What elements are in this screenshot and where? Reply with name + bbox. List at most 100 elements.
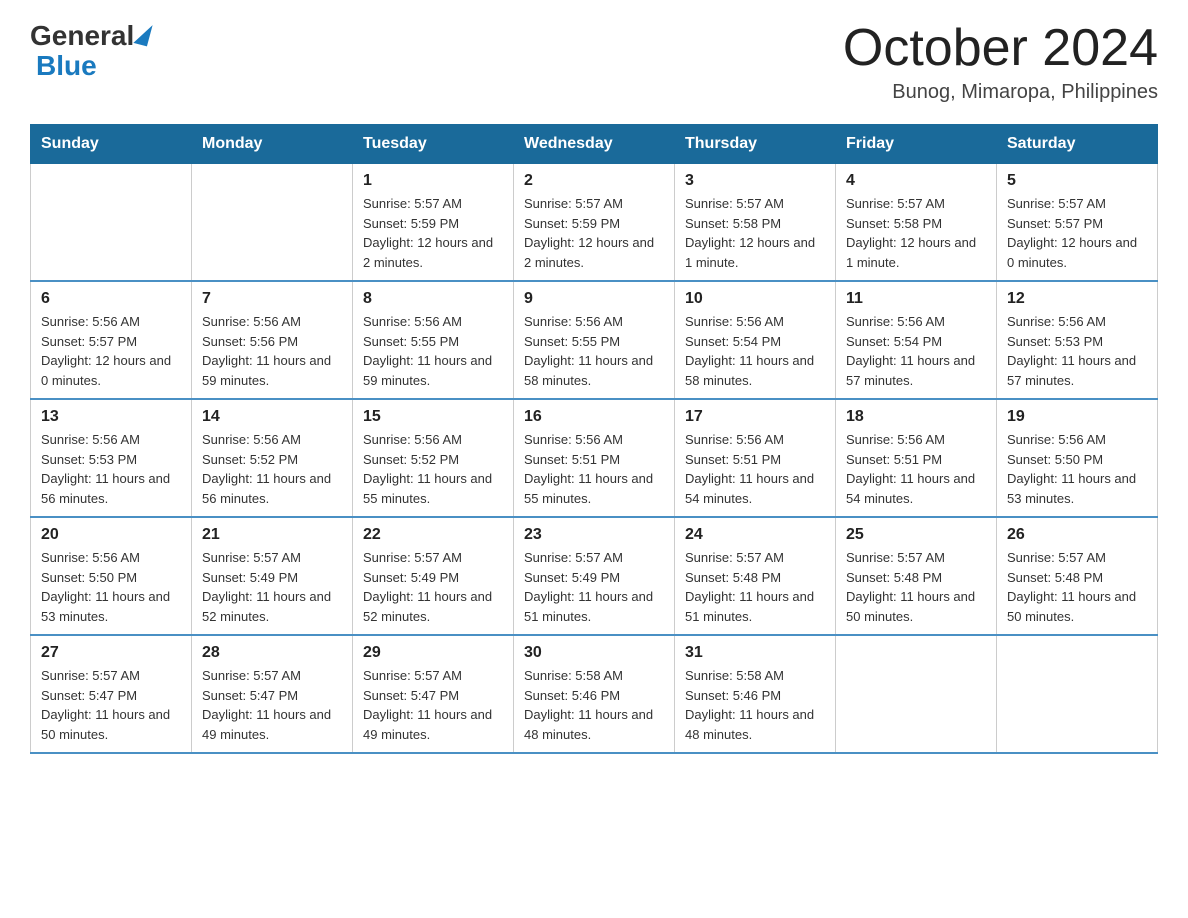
- logo: General Blue: [30, 20, 150, 82]
- day-number: 11: [846, 290, 986, 308]
- day-number: 22: [363, 526, 503, 544]
- day-number: 13: [41, 408, 181, 426]
- calendar-week-row: 13 Sunrise: 5:56 AMSunset: 5:53 PMDayligh…: [31, 399, 1158, 517]
- day-info: Sunrise: 5:56 AMSunset: 5:52 PMDaylight:…: [202, 430, 342, 508]
- day-info: Sunrise: 5:57 AMSunset: 5:48 PMDaylight:…: [846, 548, 986, 626]
- calendar-week-row: 1 Sunrise: 5:57 AMSunset: 5:59 PMDaylight…: [31, 164, 1158, 282]
- column-header-wednesday: Wednesday: [514, 125, 675, 164]
- day-number: 27: [41, 644, 181, 662]
- column-header-sunday: Sunday: [31, 125, 192, 164]
- location-title: Bunog, Mimaropa, Philippines: [843, 81, 1158, 104]
- day-info: Sunrise: 5:56 AMSunset: 5:55 PMDaylight:…: [524, 312, 664, 390]
- day-info: Sunrise: 5:57 AMSunset: 5:49 PMDaylight:…: [524, 548, 664, 626]
- calendar-cell: 8 Sunrise: 5:56 AMSunset: 5:55 PMDaylight…: [353, 281, 514, 399]
- calendar-week-row: 6 Sunrise: 5:56 AMSunset: 5:57 PMDaylight…: [31, 281, 1158, 399]
- logo-triangle-icon: [134, 21, 153, 46]
- day-number: 7: [202, 290, 342, 308]
- day-info: Sunrise: 5:56 AMSunset: 5:54 PMDaylight:…: [846, 312, 986, 390]
- calendar-cell: 27Sunrise: 5:57 AMSunset: 5:47 PMDayligh…: [31, 635, 192, 753]
- day-info: Sunrise: 5:56 AMSunset: 5:54 PMDaylight:…: [685, 312, 825, 390]
- day-number: 28: [202, 644, 342, 662]
- calendar-cell: 24 Sunrise: 5:57 AMSunset: 5:48 PMDayligh…: [675, 517, 836, 635]
- logo-general-text: General: [30, 20, 134, 52]
- column-header-friday: Friday: [836, 125, 997, 164]
- day-info: Sunrise: 5:56 AMSunset: 5:51 PMDaylight:…: [685, 430, 825, 508]
- day-info: Sunrise: 5:56 AMSunset: 5:50 PMDaylight:…: [41, 548, 181, 626]
- day-info: Sunrise: 5:56 AMSunset: 5:51 PMDaylight:…: [524, 430, 664, 508]
- day-info: Sunrise: 5:56 AMSunset: 5:51 PMDaylight:…: [846, 430, 986, 508]
- day-number: 8: [363, 290, 503, 308]
- day-number: 14: [202, 408, 342, 426]
- calendar-cell: 21 Sunrise: 5:57 AMSunset: 5:49 PMDayligh…: [192, 517, 353, 635]
- day-number: 3: [685, 172, 825, 190]
- day-number: 29: [363, 644, 503, 662]
- calendar-cell: 9 Sunrise: 5:56 AMSunset: 5:55 PMDaylight…: [514, 281, 675, 399]
- calendar-cell: 3 Sunrise: 5:57 AMSunset: 5:58 PMDaylight…: [675, 164, 836, 282]
- day-number: 15: [363, 408, 503, 426]
- day-info: Sunrise: 5:57 AMSunset: 5:59 PMDaylight:…: [524, 194, 664, 272]
- day-number: 4: [846, 172, 986, 190]
- calendar-cell: 19 Sunrise: 5:56 AMSunset: 5:50 PMDayligh…: [997, 399, 1158, 517]
- calendar-cell: 29Sunrise: 5:57 AMSunset: 5:47 PMDayligh…: [353, 635, 514, 753]
- calendar-cell: 31Sunrise: 5:58 AMSunset: 5:46 PMDayligh…: [675, 635, 836, 753]
- day-number: 1: [363, 172, 503, 190]
- calendar-cell: 14 Sunrise: 5:56 AMSunset: 5:52 PMDayligh…: [192, 399, 353, 517]
- calendar-cell: 28Sunrise: 5:57 AMSunset: 5:47 PMDayligh…: [192, 635, 353, 753]
- column-header-saturday: Saturday: [997, 125, 1158, 164]
- day-info: Sunrise: 5:58 AMSunset: 5:46 PMDaylight:…: [685, 666, 825, 744]
- calendar-cell: 7 Sunrise: 5:56 AMSunset: 5:56 PMDaylight…: [192, 281, 353, 399]
- day-info: Sunrise: 5:56 AMSunset: 5:52 PMDaylight:…: [363, 430, 503, 508]
- day-number: 6: [41, 290, 181, 308]
- day-info: Sunrise: 5:57 AMSunset: 5:48 PMDaylight:…: [685, 548, 825, 626]
- day-info: Sunrise: 5:57 AMSunset: 5:57 PMDaylight:…: [1007, 194, 1147, 272]
- logo-blue-text: Blue: [36, 50, 97, 81]
- calendar-cell: 30 Sunrise: 5:58 AMSunset: 5:46 PMDayligh…: [514, 635, 675, 753]
- column-header-thursday: Thursday: [675, 125, 836, 164]
- day-info: Sunrise: 5:56 AMSunset: 5:56 PMDaylight:…: [202, 312, 342, 390]
- calendar-cell: 1Sunrise: 5:57 AMSunset: 5:59 PMDaylight…: [353, 164, 514, 282]
- day-number: 9: [524, 290, 664, 308]
- calendar-table: SundayMondayTuesdayWednesdayThursdayFrid…: [30, 124, 1158, 754]
- month-title: October 2024: [843, 20, 1158, 77]
- day-info: Sunrise: 5:56 AMSunset: 5:50 PMDaylight:…: [1007, 430, 1147, 508]
- calendar-cell: [836, 635, 997, 753]
- day-number: 5: [1007, 172, 1147, 190]
- page-header: General Blue October 2024 Bunog, Mimarop…: [30, 20, 1158, 104]
- calendar-cell: 15 Sunrise: 5:56 AMSunset: 5:52 PMDayligh…: [353, 399, 514, 517]
- day-info: Sunrise: 5:56 AMSunset: 5:55 PMDaylight:…: [363, 312, 503, 390]
- column-header-monday: Monday: [192, 125, 353, 164]
- day-info: Sunrise: 5:57 AMSunset: 5:49 PMDaylight:…: [363, 548, 503, 626]
- day-number: 20: [41, 526, 181, 544]
- calendar-cell: [192, 164, 353, 282]
- calendar-week-row: 27Sunrise: 5:57 AMSunset: 5:47 PMDayligh…: [31, 635, 1158, 753]
- calendar-cell: 13 Sunrise: 5:56 AMSunset: 5:53 PMDayligh…: [31, 399, 192, 517]
- calendar-cell: 4Sunrise: 5:57 AMSunset: 5:58 PMDaylight…: [836, 164, 997, 282]
- column-header-tuesday: Tuesday: [353, 125, 514, 164]
- calendar-cell: 10 Sunrise: 5:56 AMSunset: 5:54 PMDayligh…: [675, 281, 836, 399]
- day-info: Sunrise: 5:56 AMSunset: 5:53 PMDaylight:…: [41, 430, 181, 508]
- calendar-cell: 17Sunrise: 5:56 AMSunset: 5:51 PMDayligh…: [675, 399, 836, 517]
- day-number: 26: [1007, 526, 1147, 544]
- day-number: 10: [685, 290, 825, 308]
- day-number: 18: [846, 408, 986, 426]
- calendar-cell: 16 Sunrise: 5:56 AMSunset: 5:51 PMDayligh…: [514, 399, 675, 517]
- day-info: Sunrise: 5:58 AMSunset: 5:46 PMDaylight:…: [524, 666, 664, 744]
- day-number: 21: [202, 526, 342, 544]
- calendar-cell: 26Sunrise: 5:57 AMSunset: 5:48 PMDayligh…: [997, 517, 1158, 635]
- day-number: 19: [1007, 408, 1147, 426]
- title-block: October 2024 Bunog, Mimaropa, Philippine…: [843, 20, 1158, 104]
- calendar-cell: 18 Sunrise: 5:56 AMSunset: 5:51 PMDayligh…: [836, 399, 997, 517]
- calendar-cell: 22 Sunrise: 5:57 AMSunset: 5:49 PMDayligh…: [353, 517, 514, 635]
- calendar-cell: [997, 635, 1158, 753]
- day-number: 30: [524, 644, 664, 662]
- day-info: Sunrise: 5:57 AMSunset: 5:58 PMDaylight:…: [685, 194, 825, 272]
- calendar-cell: [31, 164, 192, 282]
- day-number: 24: [685, 526, 825, 544]
- calendar-cell: 6 Sunrise: 5:56 AMSunset: 5:57 PMDaylight…: [31, 281, 192, 399]
- day-info: Sunrise: 5:56 AMSunset: 5:53 PMDaylight:…: [1007, 312, 1147, 390]
- calendar-header-row: SundayMondayTuesdayWednesdayThursdayFrid…: [31, 125, 1158, 164]
- day-info: Sunrise: 5:57 AMSunset: 5:49 PMDaylight:…: [202, 548, 342, 626]
- calendar-cell: 11 Sunrise: 5:56 AMSunset: 5:54 PMDayligh…: [836, 281, 997, 399]
- day-number: 16: [524, 408, 664, 426]
- day-info: Sunrise: 5:56 AMSunset: 5:57 PMDaylight:…: [41, 312, 181, 390]
